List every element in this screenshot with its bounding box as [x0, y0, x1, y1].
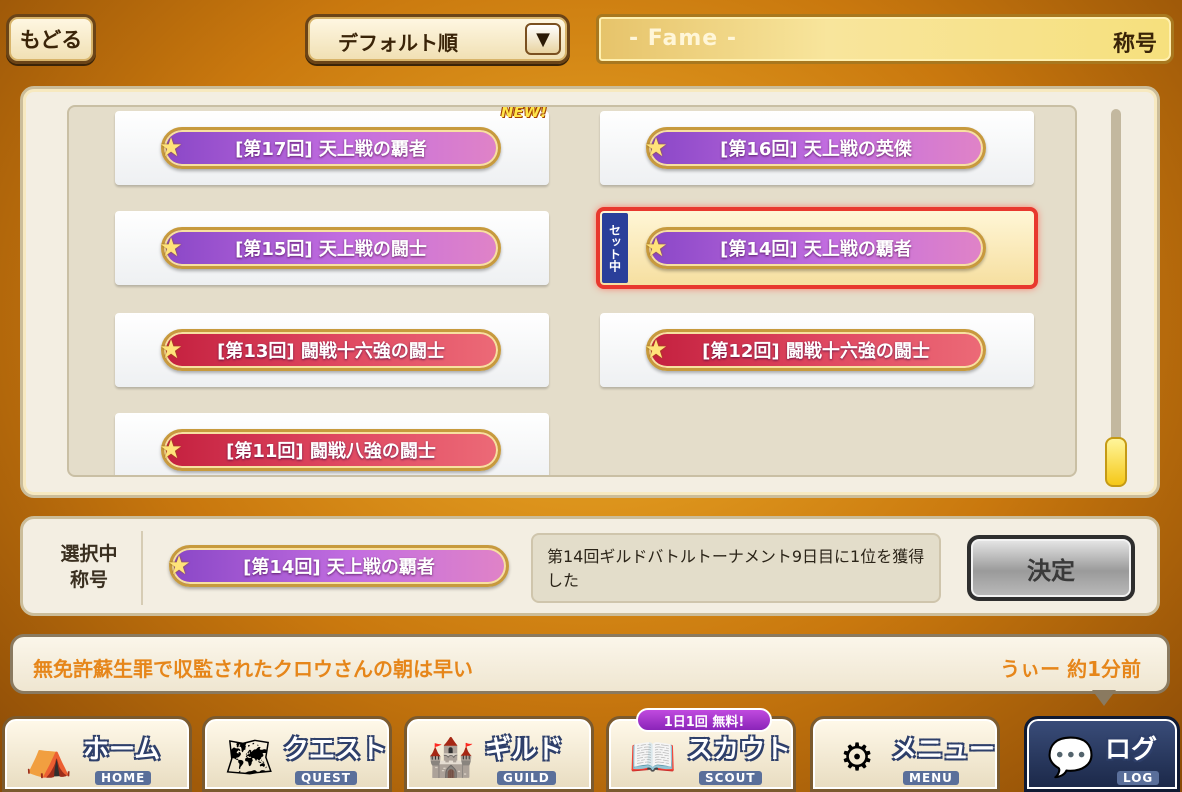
page-title-banner: - Fame - 称号 [596, 14, 1174, 64]
title-grid[interactable]: ★ [第17回] 天上戦の覇者 NEW! ★ [第16回] 天上戦の英傑 ★ [… [67, 105, 1077, 477]
scrollbar-track[interactable] [1111, 109, 1121, 465]
nav-label: クエスト [283, 735, 388, 765]
log-message-bar[interactable]: 無免許蘇生罪で収監されたクロウさんの朝は早い うぃー 約1分前 [10, 634, 1170, 694]
nav-log-button[interactable]: 💬 ログ LOG [1024, 716, 1180, 792]
selected-title-panel: 選択中 称号 ★ [第14回] 天上戦の覇者 第14回ギルドバトルトーナメント9… [20, 516, 1160, 616]
star-icon: ★ [644, 335, 668, 365]
title-list-panel: ★ [第17回] 天上戦の覇者 NEW! ★ [第16回] 天上戦の英傑 ★ [… [20, 86, 1160, 498]
scrollbar-thumb[interactable] [1105, 437, 1127, 487]
chevron-down-icon[interactable]: ▼ [525, 23, 561, 55]
title-description: 第14回ギルドバトルトーナメント9日目に1位を獲得した [531, 533, 941, 603]
star-icon: ★ [159, 435, 183, 465]
log-timestamp: うぃー 約1分前 [1000, 657, 1141, 681]
title-text: [第11回] 闘戦八強の闘士 [226, 441, 436, 462]
map-icon: 🗺 [224, 734, 274, 779]
nav-label: ホーム [83, 735, 161, 765]
title-card[interactable]: ★ [第17回] 天上戦の覇者 NEW! [115, 107, 549, 185]
nav-sublabel: LOG [1117, 771, 1160, 785]
decide-button[interactable]: 決定 [967, 535, 1135, 601]
log-pointer [1092, 690, 1116, 706]
castle-icon: 🏰 [427, 734, 475, 779]
title-text: [第14回] 天上戦の覇者 [720, 239, 912, 260]
nav-label: メニュー [891, 735, 996, 765]
sort-dropdown[interactable]: デフォルト順 ▼ [305, 14, 570, 64]
chat-bubble-icon: 💬 [1047, 734, 1095, 779]
page-title: 称号 [1112, 32, 1157, 57]
selected-title-text: [第14回] 天上戦の覇者 [243, 557, 435, 578]
title-text: [第16回] 天上戦の英傑 [720, 139, 912, 160]
sort-label: デフォルト順 [338, 31, 458, 55]
title-text: [第13回] 闘戦十六強の闘士 [217, 341, 445, 362]
title-badge: ★ [第17回] 天上戦の覇者 [159, 127, 501, 169]
back-button[interactable]: もどる [6, 14, 96, 64]
nav-menu-button[interactable]: ⚙ メニュー MENU [810, 716, 1000, 792]
nav-quest-button[interactable]: 🗺 クエスト QUEST [202, 716, 392, 792]
tent-icon: ⛺ [25, 734, 73, 779]
nav-guild-button[interactable]: 🏰 ギルド GUILD [404, 716, 594, 792]
title-badge: ★ [第11回] 闘戦八強の闘士 [159, 429, 501, 471]
star-icon: ★ [644, 133, 668, 163]
selected-title-badge: ★ [第14回] 天上戦の覇者 [167, 545, 509, 587]
nav-label: スカウト [687, 735, 792, 765]
nav-label: ログ [1105, 735, 1158, 765]
title-card[interactable]: ★ [第13回] 闘戦十六強の闘士 [115, 313, 549, 387]
gear-icon: ⚙ [839, 735, 875, 779]
title-text: [第12回] 闘戦十六強の闘士 [702, 341, 930, 362]
star-icon: ★ [159, 133, 183, 163]
title-badge: ★ [第15回] 天上戦の闘士 [159, 227, 501, 269]
title-card[interactable]: ★ [第16回] 天上戦の英傑 [600, 111, 1034, 185]
nav-home-button[interactable]: ⛺ ホーム HOME [2, 716, 192, 792]
title-card[interactable]: ★ [第15回] 天上戦の闘士 [115, 211, 549, 285]
nav-sublabel: HOME [95, 771, 152, 785]
title-badge: ★ [第13回] 闘戦十六強の闘士 [159, 329, 501, 371]
free-badge: 1日1回 無料! [636, 708, 772, 732]
set-tag: セット中 [602, 213, 628, 283]
title-badge: ★ [第12回] 闘戦十六強の闘士 [644, 329, 986, 371]
divider [141, 531, 143, 605]
nav-sublabel: MENU [903, 771, 959, 785]
book-icon: 📖 [629, 734, 677, 779]
nav-sublabel: SCOUT [699, 771, 762, 785]
fame-label: - Fame - [629, 26, 738, 51]
log-message: 無免許蘇生罪で収監されたクロウさんの朝は早い [33, 657, 473, 681]
star-icon: ★ [167, 551, 191, 581]
star-icon: ★ [159, 233, 183, 263]
title-text: [第15回] 天上戦の闘士 [235, 239, 427, 260]
nav-sublabel: GUILD [497, 771, 556, 785]
star-icon: ★ [644, 233, 668, 263]
title-badge: ★ [第16回] 天上戦の英傑 [644, 127, 986, 169]
title-card[interactable]: ★ [第12回] 闘戦十六強の闘士 [600, 313, 1034, 387]
title-card-selected[interactable]: セット中 ★ [第14回] 天上戦の覇者 [596, 207, 1038, 289]
new-badge: NEW! [500, 105, 547, 121]
nav-label: ギルド [485, 735, 564, 765]
nav-sublabel: QUEST [295, 771, 357, 785]
title-badge: ★ [第14回] 天上戦の覇者 [644, 227, 986, 269]
star-icon: ★ [159, 335, 183, 365]
title-card[interactable]: ★ [第11回] 闘戦八強の闘士 [115, 413, 549, 475]
title-text: [第17回] 天上戦の覇者 [235, 139, 427, 160]
selected-title-label: 選択中 称号 [60, 543, 118, 591]
